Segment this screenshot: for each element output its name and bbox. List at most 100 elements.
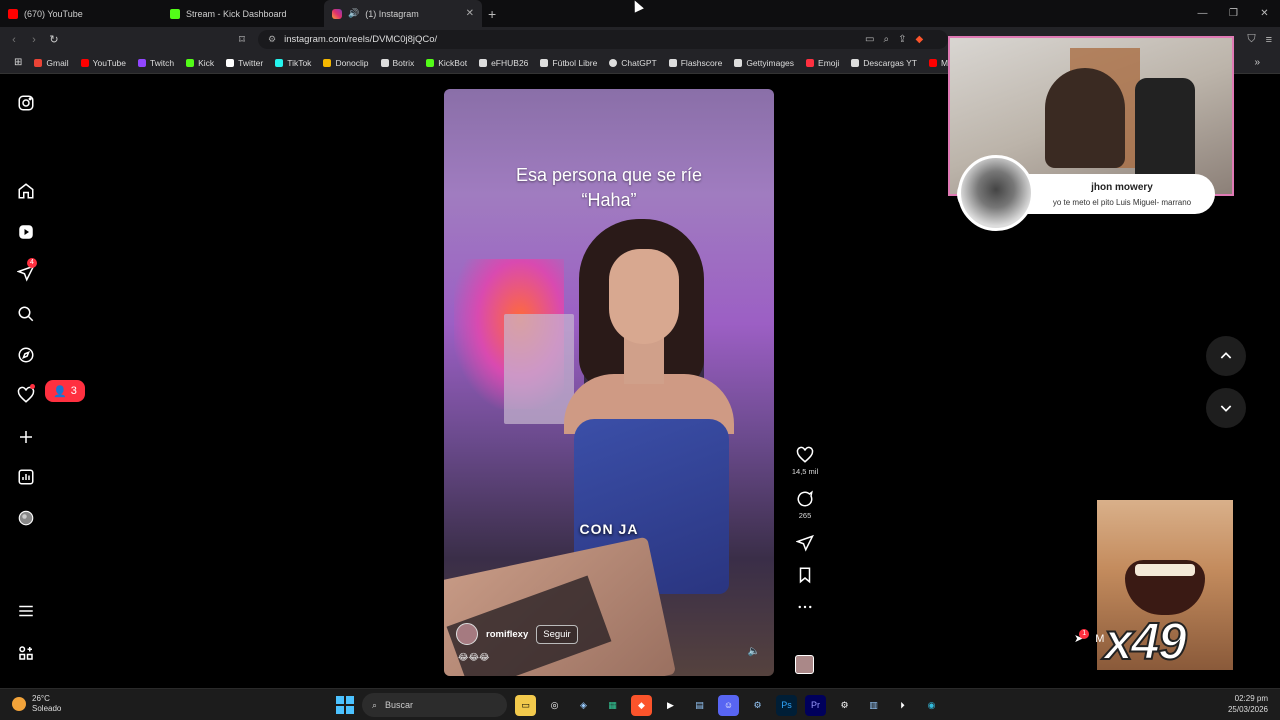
messages-badge: 4 bbox=[27, 258, 37, 268]
url-bar[interactable]: ⚙ instagram.com/reels/DVMC0j8jQCo/ bbox=[258, 30, 948, 49]
edge-icon[interactable]: ◉ bbox=[921, 695, 942, 716]
forward-button[interactable]: › bbox=[24, 34, 44, 46]
volume-icon[interactable]: 🔈 bbox=[748, 646, 760, 657]
tab-kick-dashboard[interactable]: Stream - Kick Dashboard bbox=[162, 0, 324, 27]
back-button[interactable]: ‹ bbox=[4, 34, 24, 46]
zoom-icon[interactable]: ⌕ bbox=[883, 34, 889, 45]
bookmark-gmail[interactable]: Gmail bbox=[28, 58, 74, 68]
bookmark-gettyimages[interactable]: Gettyimages bbox=[728, 58, 800, 68]
close-window-button[interactable]: ✕ bbox=[1249, 0, 1280, 27]
create-icon[interactable] bbox=[16, 427, 36, 447]
bookmark-efhub[interactable]: eFHUB26 bbox=[473, 58, 534, 68]
brave-shield-icon[interactable]: ◆ bbox=[915, 34, 923, 45]
messages-icon[interactable]: 4 bbox=[16, 258, 37, 283]
sheets-app-icon[interactable]: ▦ bbox=[602, 695, 623, 716]
photoshop-icon[interactable]: Ps bbox=[776, 694, 797, 716]
bookmark-youtube[interactable]: YouTube bbox=[75, 58, 132, 68]
comment-count: 265 bbox=[798, 511, 812, 520]
more-menu-icon[interactable] bbox=[16, 601, 36, 621]
share-button[interactable] bbox=[790, 534, 820, 552]
bookmark-kickbot[interactable]: KickBot bbox=[420, 58, 473, 68]
premiere-icon[interactable]: Pr bbox=[805, 694, 826, 716]
bookmark-twitter[interactable]: Twitter bbox=[220, 58, 269, 68]
chevron-up-icon bbox=[1220, 352, 1232, 359]
follow-button[interactable]: Seguir bbox=[536, 624, 578, 644]
reels-icon[interactable] bbox=[16, 222, 36, 242]
bookmark-chatgpt[interactable]: ChatGPT bbox=[603, 58, 662, 68]
tab-youtube[interactable]: (670) YouTube bbox=[0, 0, 162, 27]
tab-instagram[interactable]: 🔊 (1) Instagram ✕ bbox=[324, 0, 482, 27]
cast-icon[interactable]: ▭ bbox=[865, 34, 874, 45]
chevron-down-icon bbox=[1220, 405, 1232, 412]
menu-icon[interactable]: ≡ bbox=[1266, 34, 1272, 46]
bookmark-kick[interactable]: Kick bbox=[180, 58, 220, 68]
notepad-icon[interactable]: ▥ bbox=[863, 695, 884, 716]
bookmark-futbol-libre[interactable]: Fútbol Libre bbox=[534, 58, 603, 68]
share-icon[interactable]: ⇪ bbox=[898, 34, 906, 45]
restore-button[interactable]: ❐ bbox=[1218, 0, 1249, 27]
reload-button[interactable]: ↻ bbox=[44, 33, 64, 46]
dashboard-icon[interactable] bbox=[16, 467, 36, 487]
bookmark-tiktok[interactable]: TikTok bbox=[269, 58, 317, 68]
bookmark-botrix[interactable]: Botrix bbox=[375, 58, 421, 68]
reel-description[interactable]: 😂😂😂 bbox=[458, 652, 490, 663]
heart-icon[interactable] bbox=[16, 384, 36, 405]
discord-icon[interactable]: ☺ bbox=[718, 694, 739, 716]
chat-alert-message: yo te meto el pito Luis Miguel- marrano bbox=[1052, 198, 1192, 207]
calculator-icon[interactable]: ▤ bbox=[689, 695, 710, 716]
chatgpt-app-icon[interactable]: ◎ bbox=[544, 695, 565, 716]
settings-icon[interactable]: ⚙ bbox=[834, 695, 855, 716]
media-player-icon[interactable]: ▶ bbox=[660, 695, 681, 716]
author-name[interactable]: romiflexy bbox=[486, 629, 528, 640]
file-explorer-icon[interactable]: ▭ bbox=[515, 694, 536, 716]
messages-float-badge: 1 bbox=[1079, 628, 1090, 639]
more-bookmarks-icon[interactable]: » bbox=[1254, 57, 1260, 68]
app-icon[interactable]: ◈ bbox=[573, 695, 594, 716]
bookmark-twitch[interactable]: Twitch bbox=[132, 58, 180, 68]
search-icon[interactable] bbox=[16, 304, 36, 324]
user-icon: 👤 bbox=[53, 385, 67, 398]
steam-icon[interactable]: ⚙ bbox=[747, 695, 768, 716]
site-settings-icon[interactable]: ⚙ bbox=[268, 34, 276, 45]
author-avatar[interactable] bbox=[456, 623, 478, 645]
apps-icon[interactable]: ⊞ bbox=[8, 57, 28, 68]
home-icon[interactable] bbox=[16, 181, 36, 201]
clock-time: 02:29 pm bbox=[1234, 694, 1268, 703]
taskbar-search[interactable]: ⌕ Buscar bbox=[362, 693, 507, 717]
comment-button[interactable]: 265 bbox=[790, 490, 820, 520]
like-button[interactable]: 14,5 mil bbox=[790, 446, 820, 476]
youtube-icon bbox=[80, 58, 89, 67]
original-audio-thumbnail[interactable] bbox=[795, 655, 814, 674]
explore-icon[interactable] bbox=[16, 345, 36, 365]
next-reel-button[interactable] bbox=[1206, 388, 1246, 428]
combo-counter: x49 bbox=[1103, 612, 1188, 672]
system-clock[interactable]: 02:29 pm 25/03/2026 bbox=[1228, 693, 1268, 715]
previous-reel-button[interactable] bbox=[1206, 336, 1246, 376]
bookmark-icon[interactable]: ⌑ bbox=[232, 33, 252, 46]
reel-video[interactable]: Esa persona que se ríe “Haha” CON JA rom… bbox=[444, 89, 774, 676]
bookmark-emoji[interactable]: Emoji bbox=[800, 58, 845, 68]
new-tab-button[interactable]: + bbox=[488, 6, 496, 22]
reel-caption: Esa persona que se ríe “Haha” bbox=[444, 163, 774, 213]
save-button[interactable] bbox=[790, 566, 820, 584]
vpn-shield-icon[interactable]: ⛉ bbox=[1247, 33, 1255, 46]
bookmark-descargas-yt[interactable]: Descargas YT bbox=[845, 58, 923, 68]
windows-start-icon[interactable] bbox=[336, 696, 354, 714]
instagram-logo-icon[interactable] bbox=[16, 93, 36, 113]
play-app-icon[interactable]: ⏵ bbox=[892, 695, 913, 716]
notifications-pill[interactable]: 👤 3 bbox=[45, 380, 85, 402]
messages-float-button[interactable]: ➤ 1 M bbox=[1074, 628, 1104, 645]
instagram-icon bbox=[332, 8, 342, 19]
minimize-button[interactable]: — bbox=[1187, 0, 1218, 27]
profile-avatar[interactable] bbox=[16, 508, 36, 528]
speaker-icon[interactable]: 🔊 bbox=[348, 8, 359, 19]
brave-browser-icon[interactable]: ◆ bbox=[631, 694, 652, 716]
bookmark-donoclip[interactable]: Donoclip bbox=[317, 58, 374, 68]
meme-teeth bbox=[1135, 564, 1195, 576]
bookmark-flashscore[interactable]: Flashscore bbox=[663, 58, 729, 68]
ellipsis-icon bbox=[798, 605, 812, 609]
more-options-button[interactable] bbox=[790, 598, 820, 616]
close-tab-icon[interactable]: ✕ bbox=[466, 8, 474, 19]
also-from-meta-icon[interactable] bbox=[16, 643, 36, 663]
weather-widget[interactable]: 26°C Soleado bbox=[12, 694, 61, 714]
